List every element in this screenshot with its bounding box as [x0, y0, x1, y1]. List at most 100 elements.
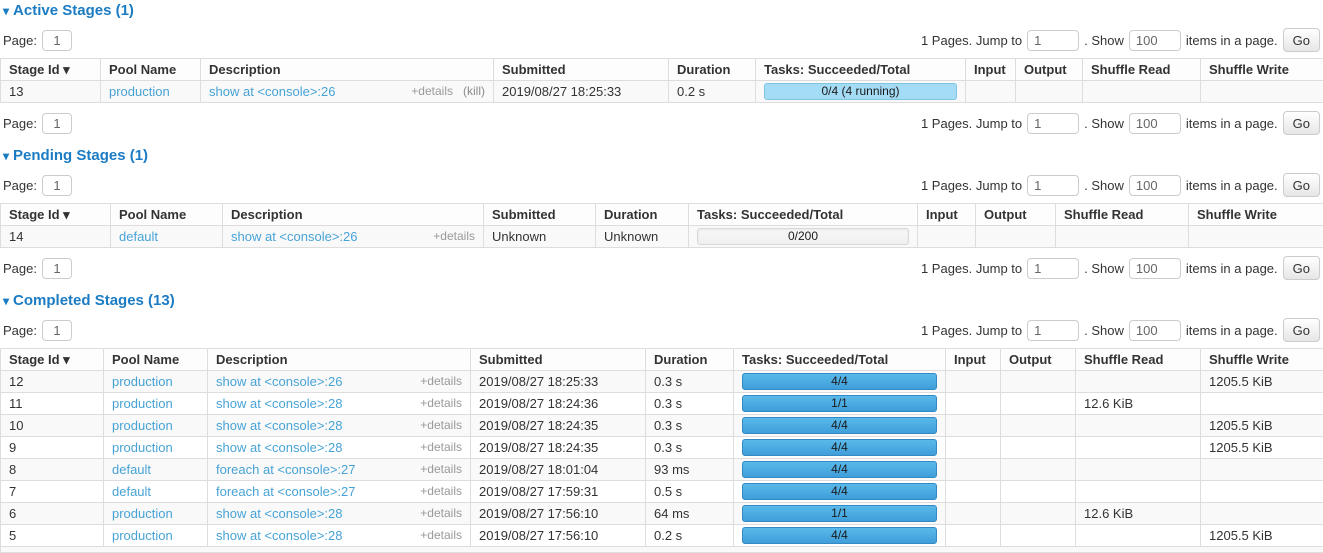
- details-toggle[interactable]: +details: [420, 396, 462, 410]
- page-number-input[interactable]: [42, 175, 72, 196]
- kill-link[interactable]: (kill): [463, 84, 485, 98]
- column-header-submitted[interactable]: Submitted: [484, 204, 596, 226]
- go-button[interactable]: Go: [1283, 318, 1320, 342]
- column-header-input[interactable]: Input: [946, 349, 1001, 371]
- pool-name-link[interactable]: production: [109, 84, 170, 99]
- column-header-submitted[interactable]: Submitted: [494, 59, 669, 81]
- column-header-duration[interactable]: Duration: [596, 204, 689, 226]
- column-header-tasks-succeeded-total[interactable]: Tasks: Succeeded/Total: [756, 59, 966, 81]
- column-header-stage-id[interactable]: Stage Id ▾: [1, 204, 111, 226]
- stage-description-link[interactable]: show at <console>:28: [216, 440, 342, 455]
- pool-name-link[interactable]: production: [112, 418, 173, 433]
- stage-row: 5productionshow at <console>:28+details2…: [1, 525, 1323, 547]
- items-per-page-input[interactable]: [1129, 258, 1181, 279]
- tasks-cell: 4/4: [734, 481, 946, 503]
- duration-cell: 0.5 s: [646, 481, 734, 503]
- items-per-page-input[interactable]: [1129, 175, 1181, 196]
- details-toggle[interactable]: +details: [420, 440, 462, 454]
- column-header-submitted[interactable]: Submitted: [471, 349, 646, 371]
- submitted-cell: 2019/08/27 18:24:35: [471, 415, 646, 437]
- items-per-page-input[interactable]: [1129, 30, 1181, 51]
- jump-to-page-input[interactable]: [1027, 320, 1079, 341]
- column-header-duration[interactable]: Duration: [669, 59, 756, 81]
- column-header-output[interactable]: Output: [976, 204, 1056, 226]
- column-header-shuffle-read[interactable]: Shuffle Read: [1076, 349, 1201, 371]
- pool-name-link[interactable]: default: [112, 484, 151, 499]
- details-toggle[interactable]: +details: [420, 374, 462, 388]
- tasks-cell: 4/4: [734, 415, 946, 437]
- column-header-description[interactable]: Description: [208, 349, 471, 371]
- output-cell: [1001, 503, 1076, 525]
- jump-to-page-input[interactable]: [1027, 175, 1079, 196]
- column-header-tasks-succeeded-total[interactable]: Tasks: Succeeded/Total: [689, 204, 918, 226]
- jump-to-page-input[interactable]: [1027, 30, 1079, 51]
- submitted-cell: 2019/08/27 18:25:33: [471, 371, 646, 393]
- go-button[interactable]: Go: [1283, 28, 1320, 52]
- page-number-input[interactable]: [42, 30, 72, 51]
- column-header-description[interactable]: Description: [201, 59, 494, 81]
- tasks-cell: 0/200: [689, 226, 918, 248]
- pool-name-link[interactable]: production: [112, 528, 173, 543]
- column-header-pool-name[interactable]: Pool Name: [111, 204, 223, 226]
- go-button[interactable]: Go: [1283, 173, 1320, 197]
- column-header-pool-name[interactable]: Pool Name: [104, 349, 208, 371]
- details-toggle[interactable]: +details: [420, 484, 462, 498]
- column-header-input[interactable]: Input: [966, 59, 1016, 81]
- description-cell: show at <console>:26 +details: [208, 371, 471, 393]
- pool-name-link[interactable]: production: [112, 396, 173, 411]
- page-number-input[interactable]: [42, 258, 72, 279]
- pagination-jump-group: 1 Pages. Jump to . Show items in a page.…: [921, 28, 1320, 52]
- details-toggle[interactable]: +details: [420, 528, 462, 542]
- column-header-description[interactable]: Description: [223, 204, 484, 226]
- stage-id-cell: 7: [1, 481, 104, 503]
- jump-to-page-input[interactable]: [1027, 258, 1079, 279]
- tasks-progress-label: 1/1: [831, 396, 848, 410]
- stage-description-link[interactable]: show at <console>:26: [209, 84, 335, 99]
- stage-description-link[interactable]: show at <console>:28: [216, 506, 342, 521]
- section-header-active-stages[interactable]: ▾Active Stages (1): [3, 2, 1323, 20]
- column-header-shuffle-read[interactable]: Shuffle Read: [1056, 204, 1189, 226]
- jump-to-page-input[interactable]: [1027, 113, 1079, 134]
- column-header-input[interactable]: Input: [918, 204, 976, 226]
- items-per-page-input[interactable]: [1129, 320, 1181, 341]
- column-header-pool-name[interactable]: Pool Name: [101, 59, 201, 81]
- input-cell: [966, 81, 1016, 103]
- column-header-tasks-succeeded-total[interactable]: Tasks: Succeeded/Total: [734, 349, 946, 371]
- page-number-input[interactable]: [42, 113, 72, 134]
- column-header-shuffle-read[interactable]: Shuffle Read: [1083, 59, 1201, 81]
- items-per-page-input[interactable]: [1129, 113, 1181, 134]
- output-cell: [1001, 393, 1076, 415]
- section-header-completed-stages[interactable]: ▾Completed Stages (13): [3, 292, 1323, 310]
- pool-name-link[interactable]: production: [112, 374, 173, 389]
- column-header-shuffle-write[interactable]: Shuffle Write: [1201, 349, 1323, 371]
- column-header-output[interactable]: Output: [1016, 59, 1083, 81]
- column-header-output[interactable]: Output: [1001, 349, 1076, 371]
- column-header-stage-id[interactable]: Stage Id ▾: [1, 59, 101, 81]
- stage-description-link[interactable]: show at <console>:28: [216, 528, 342, 543]
- details-toggle[interactable]: +details: [420, 418, 462, 432]
- details-toggle[interactable]: +details: [411, 84, 453, 98]
- column-header-duration[interactable]: Duration: [646, 349, 734, 371]
- pool-name-link[interactable]: default: [119, 229, 158, 244]
- stage-description-link[interactable]: show at <console>:28: [216, 418, 342, 433]
- details-toggle[interactable]: +details: [420, 462, 462, 476]
- details-toggle[interactable]: +details: [433, 229, 475, 243]
- column-header-stage-id[interactable]: Stage Id ▾: [1, 349, 104, 371]
- stage-description-link[interactable]: show at <console>:28: [216, 396, 342, 411]
- go-button[interactable]: Go: [1283, 256, 1320, 280]
- stage-description-link[interactable]: foreach at <console>:27: [216, 462, 356, 477]
- go-button[interactable]: Go: [1283, 111, 1320, 135]
- pool-name-link[interactable]: production: [112, 440, 173, 455]
- stage-description-link[interactable]: foreach at <console>:27: [216, 484, 356, 499]
- duration-cell: Unknown: [596, 226, 689, 248]
- shuffle-write-cell: 1205.5 KiB: [1201, 437, 1323, 459]
- stage-description-link[interactable]: show at <console>:26: [216, 374, 342, 389]
- details-toggle[interactable]: +details: [420, 506, 462, 520]
- page-number-input[interactable]: [42, 320, 72, 341]
- column-header-shuffle-write[interactable]: Shuffle Write: [1189, 204, 1323, 226]
- pool-name-link[interactable]: default: [112, 462, 151, 477]
- section-header-pending-stages[interactable]: ▾Pending Stages (1): [3, 147, 1323, 165]
- column-header-shuffle-write[interactable]: Shuffle Write: [1201, 59, 1323, 81]
- stage-description-link[interactable]: show at <console>:26: [231, 229, 357, 244]
- pool-name-link[interactable]: production: [112, 506, 173, 521]
